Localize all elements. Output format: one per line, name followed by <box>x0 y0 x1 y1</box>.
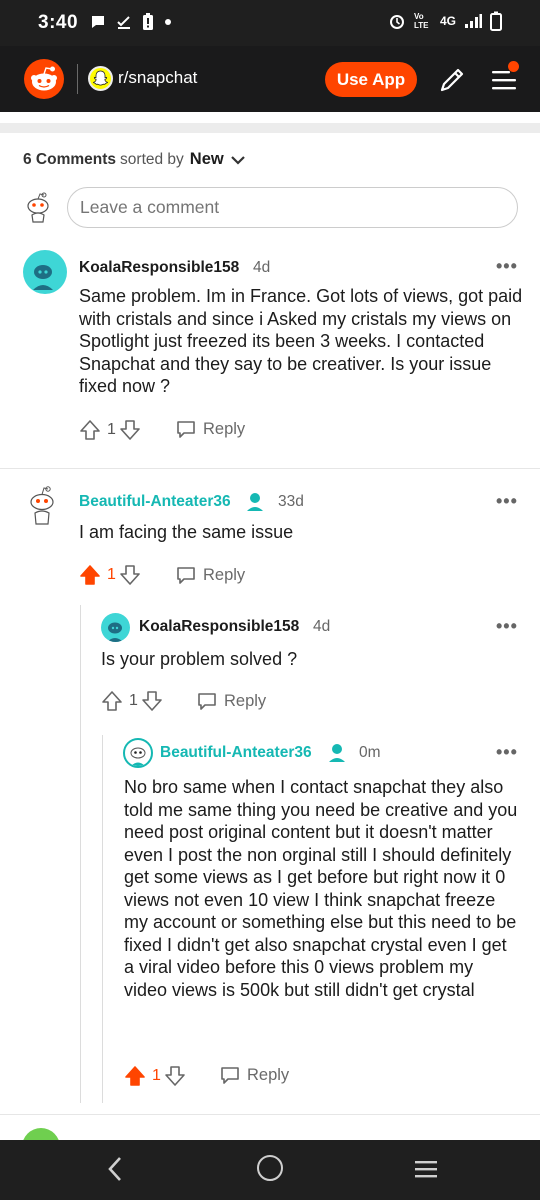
dot-icon <box>165 19 171 25</box>
chat-icon <box>221 1067 239 1084</box>
thread-line <box>102 735 103 1103</box>
comment-author[interactable]: KoalaResponsible158 <box>79 259 239 277</box>
more-options-icon[interactable]: ••• <box>496 616 518 637</box>
sort-bar[interactable]: 6 Comments sorted by New <box>23 150 246 169</box>
vote-controls: 1 <box>124 1062 186 1090</box>
sort-value[interactable]: New <box>190 150 224 169</box>
comment-author[interactable]: KoalaResponsible158 <box>139 618 299 636</box>
upvote-icon[interactable] <box>101 689 123 713</box>
vote-count: 1 <box>107 421 116 438</box>
comment-age: 4d <box>313 618 331 635</box>
divider <box>0 468 540 469</box>
chat-bubble-icon <box>92 16 104 28</box>
comment-count: 6 Comments <box>23 150 117 168</box>
pencil-icon[interactable] <box>436 64 468 96</box>
op-person-icon <box>247 493 263 511</box>
reply-label: Reply <box>203 419 246 438</box>
chat-icon <box>198 693 216 710</box>
avatar[interactable] <box>101 613 130 642</box>
vote-count: 1 <box>107 566 116 583</box>
battery-icon <box>490 11 502 31</box>
notification-dot <box>508 61 519 72</box>
more-options-icon[interactable]: ••• <box>496 256 518 277</box>
op-person-icon <box>329 744 345 762</box>
comment-author[interactable]: Beautiful-Anteater36 <box>160 744 312 762</box>
more-options-icon[interactable]: ••• <box>496 742 518 763</box>
status-time: 3:40 <box>38 12 79 33</box>
vote-count: 1 <box>129 692 138 709</box>
reddit-logo-icon[interactable] <box>24 59 64 99</box>
downvote-icon[interactable] <box>141 689 163 713</box>
chat-icon <box>177 567 195 584</box>
more-options-icon[interactable]: ••• <box>496 491 518 512</box>
avatar[interactable] <box>123 738 153 768</box>
system-navigation-bar <box>0 1140 540 1200</box>
section-separator <box>0 123 540 133</box>
home-icon[interactable] <box>257 1155 283 1181</box>
upvote-icon[interactable] <box>79 418 101 442</box>
comment-age: 4d <box>253 259 271 276</box>
comment-body: Is your problem solved ? <box>101 649 298 669</box>
reply-button[interactable]: Reply <box>175 418 245 440</box>
vote-controls: 1 <box>101 687 163 715</box>
subreddit-name[interactable]: r/snapchat <box>118 68 197 88</box>
reply-label: Reply <box>247 1065 290 1084</box>
network-label: 4G <box>439 14 456 28</box>
sorted-by-label: sorted by <box>120 150 184 168</box>
recent-apps-icon[interactable] <box>414 1159 438 1179</box>
volte-label: Vo LTE <box>413 12 429 30</box>
user-avatar-snoo-icon <box>27 192 49 223</box>
reply-button[interactable]: Reply <box>219 1064 289 1086</box>
comment-author[interactable]: Beautiful-Anteater36 <box>79 493 231 511</box>
use-app-button[interactable]: Use App <box>325 62 417 97</box>
reply-label: Reply <box>224 691 267 710</box>
alarm-icon <box>389 15 404 29</box>
comment-body: I am facing the same issue <box>79 522 294 542</box>
downvote-icon[interactable] <box>164 1064 186 1088</box>
status-bar: 3:40 Vo LTE 4G <box>0 0 540 46</box>
app-header: r/snapchat Use App <box>0 46 540 112</box>
reply-button[interactable]: Reply <box>196 690 266 712</box>
comment-age: 33d <box>278 493 304 510</box>
vote-controls: 1 <box>79 561 141 589</box>
reply-label: Reply <box>203 565 246 584</box>
avatar[interactable] <box>23 250 67 294</box>
vote-controls: 1 <box>79 416 141 444</box>
chevron-down-icon[interactable] <box>230 154 246 166</box>
signal-icon <box>465 14 482 28</box>
chat-icon <box>177 421 195 438</box>
status-system-icons: Vo LTE 4G <box>388 11 502 31</box>
divider <box>0 1114 540 1115</box>
downvote-icon[interactable] <box>119 563 141 587</box>
downvote-icon[interactable] <box>119 418 141 442</box>
vote-count: 1 <box>152 1067 161 1084</box>
download-done-icon <box>117 16 130 29</box>
header-divider <box>77 64 78 94</box>
comment-age: 0m <box>359 744 381 761</box>
snapchat-subreddit-icon[interactable] <box>88 66 113 91</box>
back-icon[interactable] <box>104 1155 126 1183</box>
upvote-filled-icon[interactable] <box>79 563 101 587</box>
thread-line <box>80 605 81 1103</box>
reply-button[interactable]: Reply <box>175 564 245 586</box>
comment-body: Same problem. Im in France. Got lots of … <box>79 286 523 396</box>
comment-body: No bro same when I contact snapchat they… <box>124 777 518 1000</box>
battery-alert-icon <box>143 13 153 30</box>
upvote-filled-icon[interactable] <box>124 1064 146 1088</box>
status-notification-icons <box>90 13 172 31</box>
avatar[interactable] <box>22 484 62 528</box>
leave-comment-input[interactable] <box>67 187 518 228</box>
